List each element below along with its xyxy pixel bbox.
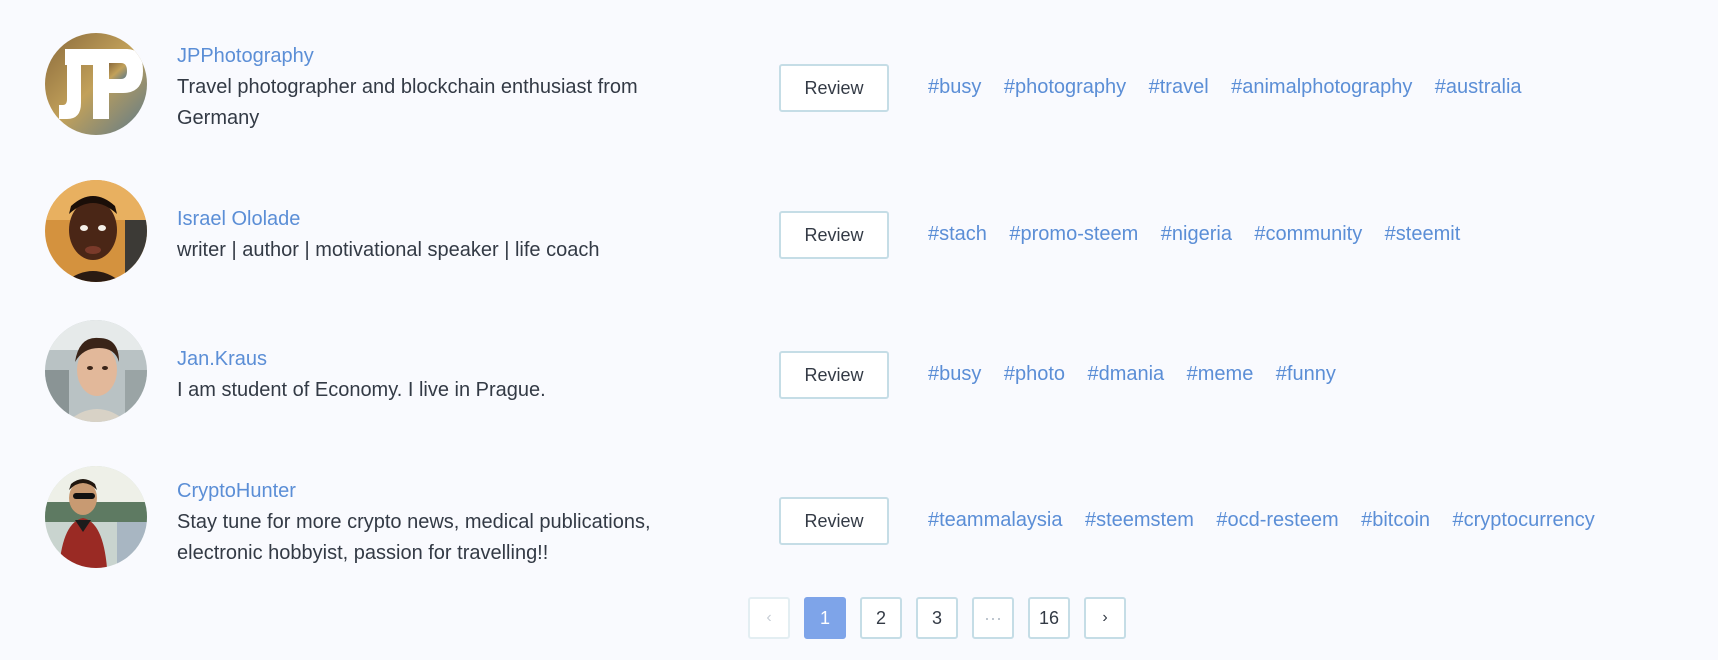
tag-link[interactable]: #photo [1004,363,1065,385]
page-button-16[interactable]: 16 [1028,597,1070,639]
tag-list: #busy #photo #dmania #meme #funny [928,363,1354,386]
tag-link[interactable]: #bitcoin [1361,509,1430,531]
tag-link[interactable]: #meme [1187,363,1254,385]
tag-link[interactable]: #teammalaysia [928,509,1063,531]
page-button-1[interactable]: 1 [804,597,846,639]
user-photo-image [45,320,147,422]
tag-link[interactable]: #promo-steem [1009,223,1138,245]
tag-link[interactable]: #busy [928,363,981,385]
tag-link[interactable]: #funny [1276,363,1336,385]
tag-link[interactable]: #ocd-resteem [1216,509,1338,531]
chevron-left-icon: ‹ [766,609,772,626]
chevron-right-icon: › [1102,609,1108,626]
username-link[interactable]: Jan.Kraus [177,347,717,371]
pagination: ‹ 1 2 3 ··· 16 › [748,597,1126,639]
tag-link[interactable]: #photography [1004,76,1126,98]
avatar[interactable] [45,180,147,282]
user-bio: writer | author | motivational speaker |… [177,239,600,261]
tag-link[interactable]: #australia [1435,76,1522,98]
tag-link[interactable]: #busy [928,76,981,98]
user-photo-image [45,180,147,282]
tag-link[interactable]: #dmania [1087,363,1164,385]
username-link[interactable]: Israel Ololade [177,207,717,231]
prev-page-button[interactable]: ‹ [748,597,790,639]
tag-link[interactable]: #animalphotography [1231,76,1412,98]
user-bio: Travel photographer and blockchain enthu… [177,76,638,129]
avatar[interactable] [45,466,147,568]
list-item: CryptoHunter Stay tune for more crypto n… [0,430,1718,580]
tag-list: #teammalaysia #steemstem #ocd-resteem #b… [928,509,1613,532]
tag-list: #stach #promo-steem #nigeria #community … [928,223,1478,246]
tag-link[interactable]: #cryptocurrency [1452,509,1594,531]
list-item: Jan.Kraus I am student of Economy. I liv… [0,290,1718,430]
review-button[interactable]: Review [779,64,889,112]
user-list: JPPhotography Travel photographer and bl… [0,0,1718,660]
tag-link[interactable]: #stach [928,223,987,245]
list-item: JPPhotography Travel photographer and bl… [0,0,1718,150]
tag-link[interactable]: #steemstem [1085,509,1194,531]
tag-link[interactable]: #travel [1149,76,1209,98]
next-page-button[interactable]: › [1084,597,1126,639]
tag-list: #busy #photography #travel #animalphotog… [928,76,1540,99]
user-bio: Stay tune for more crypto news, medical … [177,511,651,564]
avatar[interactable] [45,320,147,422]
page-button-2[interactable]: 2 [860,597,902,639]
tag-link[interactable]: #steemit [1385,223,1461,245]
jp-logo-avatar-image [45,33,147,135]
user-bio: I am student of Economy. I live in Pragu… [177,379,546,401]
avatar[interactable] [45,33,147,135]
tag-link[interactable]: #community [1254,223,1362,245]
page-ellipsis[interactable]: ··· [972,597,1014,639]
username-link[interactable]: JPPhotography [177,44,717,68]
review-button[interactable]: Review [779,211,889,259]
user-photo-image [45,466,147,568]
review-button[interactable]: Review [779,351,889,399]
list-item: Israel Ololade writer | author | motivat… [0,150,1718,290]
username-link[interactable]: CryptoHunter [177,479,717,503]
review-button[interactable]: Review [779,497,889,545]
page-button-3[interactable]: 3 [916,597,958,639]
tag-link[interactable]: #nigeria [1161,223,1232,245]
